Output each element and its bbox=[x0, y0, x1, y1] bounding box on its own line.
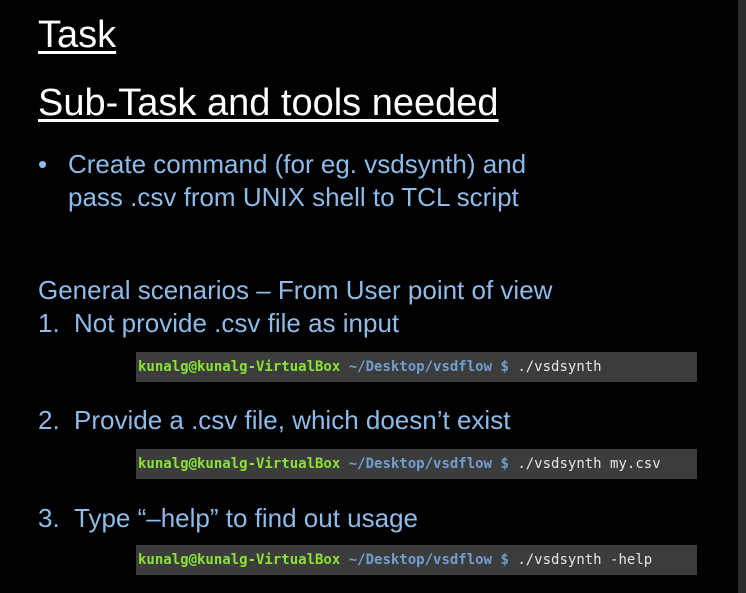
terminal-command: ./vsdsynth -help bbox=[517, 552, 653, 568]
scenario-number: 2. bbox=[38, 405, 60, 435]
terminal-user: kunalg@kunalg-VirtualBox bbox=[138, 359, 341, 375]
subtask-title: Sub-Task and tools needed bbox=[38, 82, 499, 124]
slide-edge bbox=[738, 0, 746, 593]
scenario-number: 1. bbox=[38, 308, 60, 338]
scenario-number: 3. bbox=[38, 503, 60, 533]
terminal-command: ./vsdsynth my.csv bbox=[517, 456, 661, 472]
scenario-label: Not provide .csv file as input bbox=[74, 308, 400, 338]
bullet-text: Create command (for eg. vsdsynth) and pa… bbox=[68, 149, 527, 212]
task-title: Task bbox=[38, 14, 117, 56]
scenario-label: Type “–help” to find out usage bbox=[74, 503, 419, 533]
terminal-user: kunalg@kunalg-VirtualBox bbox=[138, 552, 341, 568]
bullet-marker: • bbox=[38, 149, 48, 179]
scenario-label: Provide a .csv file, which doesn’t exist bbox=[74, 405, 511, 435]
terminal-command: ./vsdsynth bbox=[517, 359, 602, 375]
terminal-path: ~/Desktop/vsdflow $ bbox=[348, 456, 509, 472]
terminal-user: kunalg@kunalg-VirtualBox bbox=[138, 456, 341, 472]
terminal-path: ~/Desktop/vsdflow $ bbox=[348, 552, 509, 568]
terminal-line: kunalg@kunalg-VirtualBox ~/Desktop/vsdfl… bbox=[136, 352, 697, 382]
terminal-path: ~/Desktop/vsdflow $ bbox=[348, 359, 509, 375]
terminal-line: kunalg@kunalg-VirtualBox ~/Desktop/vsdfl… bbox=[136, 545, 697, 575]
scenarios-heading: General scenarios – From User point of v… bbox=[38, 275, 553, 305]
terminal-line: kunalg@kunalg-VirtualBox ~/Desktop/vsdfl… bbox=[136, 449, 697, 479]
